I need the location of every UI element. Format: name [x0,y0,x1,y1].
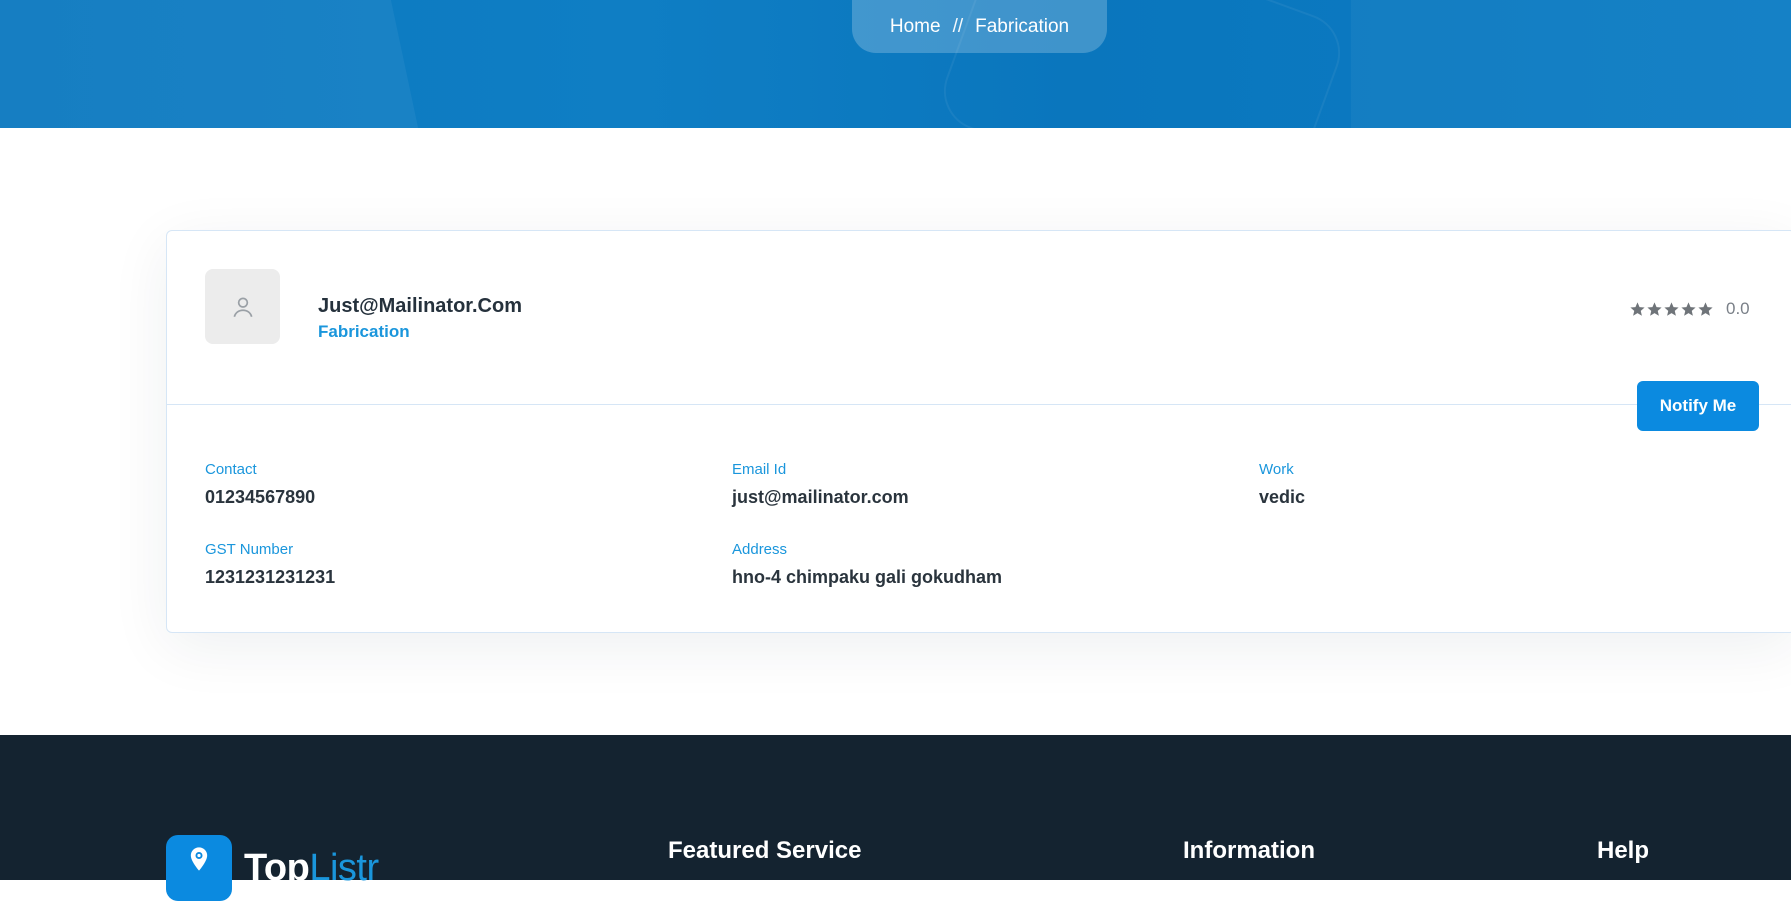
breadcrumb-separator: // [952,15,964,37]
work-value: vedic [1259,487,1306,507]
listing-category[interactable]: Fabrication [318,322,410,342]
star-icon [1647,301,1662,316]
rating-stars [1629,301,1714,318]
site-footer: TopListr Featured Service Information He… [0,735,1791,901]
listing-header: Just@Mailinator.Com Fabrication 0.0 [167,231,1791,404]
map-pin-icon [190,847,208,871]
footer-heading-featured-service: Featured Service [668,837,862,864]
card-divider [167,404,1791,405]
gst-field: GST Number 1231231231231 [205,541,335,588]
gst-value: 1231231231231 [205,567,336,587]
rating: 0.0 [1629,299,1750,319]
logo-text-part2: Listr [309,846,379,889]
email-field: Email Id just@mailinator.com [732,461,909,508]
work-field: Work vedic [1259,461,1305,508]
hero-decoration [1351,0,1791,128]
listing-card: Just@Mailinator.Com Fabrication 0.0 Noti… [166,230,1791,633]
address-value: hno-4 chimpaku gali gokudham [732,567,1003,587]
listing-name: Just@Mailinator.Com [318,295,522,317]
work-label: Work [1259,461,1294,478]
email-label: Email Id [732,461,787,478]
address-field: Address hno-4 chimpaku gali gokudham [732,541,1002,588]
breadcrumb-home-link[interactable]: Home [890,16,941,38]
notify-me-button[interactable]: Notify Me [1637,381,1759,431]
star-icon [1698,301,1713,316]
footer-heading-information: Information [1183,837,1315,864]
breadcrumb: Home // Fabrication [852,0,1107,53]
logo-text-part1: Top [244,846,310,889]
logo-mark [166,835,232,901]
footer-heading-help: Help [1597,837,1650,864]
contact-field: Contact 01234567890 [205,461,315,508]
gst-label: GST Number [205,541,294,558]
address-label: Address [732,541,788,558]
contact-value: 01234567890 [205,487,316,507]
email-value: just@mailinator.com [732,487,909,507]
contact-label: Contact [205,461,257,478]
user-icon [233,296,252,317]
footer-logo[interactable]: TopListr [166,835,379,901]
avatar [205,269,280,344]
star-icon [1630,301,1645,316]
logo-text: TopListr [244,847,379,890]
rating-value: 0.0 [1726,299,1750,318]
page-hero: Home // Fabrication [0,0,1791,128]
breadcrumb-current: Fabrication [975,15,1070,37]
star-icon [1681,301,1696,316]
star-icon [1664,301,1679,316]
